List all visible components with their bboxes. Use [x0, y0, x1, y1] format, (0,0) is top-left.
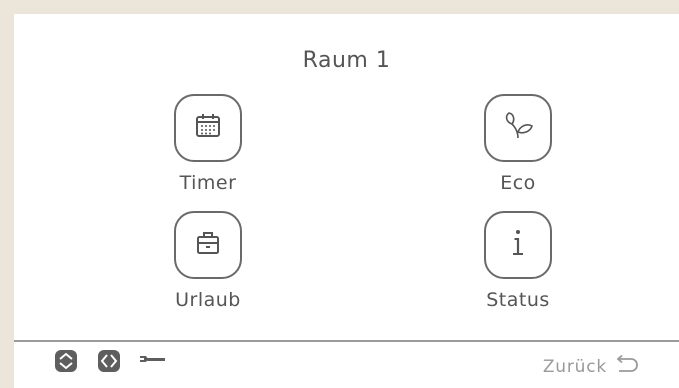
leaf-icon [500, 108, 536, 148]
return-arrow-icon [613, 354, 639, 379]
info-icon [506, 227, 530, 263]
menu-item-eco[interactable]: Eco [444, 94, 564, 214]
footer-divider [14, 340, 679, 342]
eco-button[interactable] [484, 94, 552, 162]
menu-item-timer[interactable]: Timer [134, 94, 254, 214]
menu-item-status[interactable]: Status [444, 211, 564, 331]
back-button[interactable]: Zurück [543, 354, 639, 379]
eco-label: Eco [500, 172, 536, 194]
status-button[interactable] [484, 211, 552, 279]
back-label: Zurück [542, 356, 607, 377]
device-screen: Raum 1 Timer Eco Urlaub Status Zurück [14, 14, 679, 388]
menu-item-urlaub[interactable]: Urlaub [134, 211, 254, 331]
status-label: Status [486, 289, 550, 311]
urlaub-button[interactable] [174, 211, 242, 279]
suitcase-icon [193, 228, 223, 262]
timer-button[interactable] [174, 94, 242, 162]
up-down-arrows-icon[interactable] [54, 349, 78, 377]
page-title: Raum 1 [302, 48, 391, 73]
timer-label: Timer [179, 172, 237, 194]
wrench-icon[interactable] [138, 352, 168, 376]
urlaub-label: Urlaub [175, 289, 241, 311]
calendar-icon [193, 111, 223, 145]
left-right-arrows-icon[interactable] [97, 349, 121, 377]
